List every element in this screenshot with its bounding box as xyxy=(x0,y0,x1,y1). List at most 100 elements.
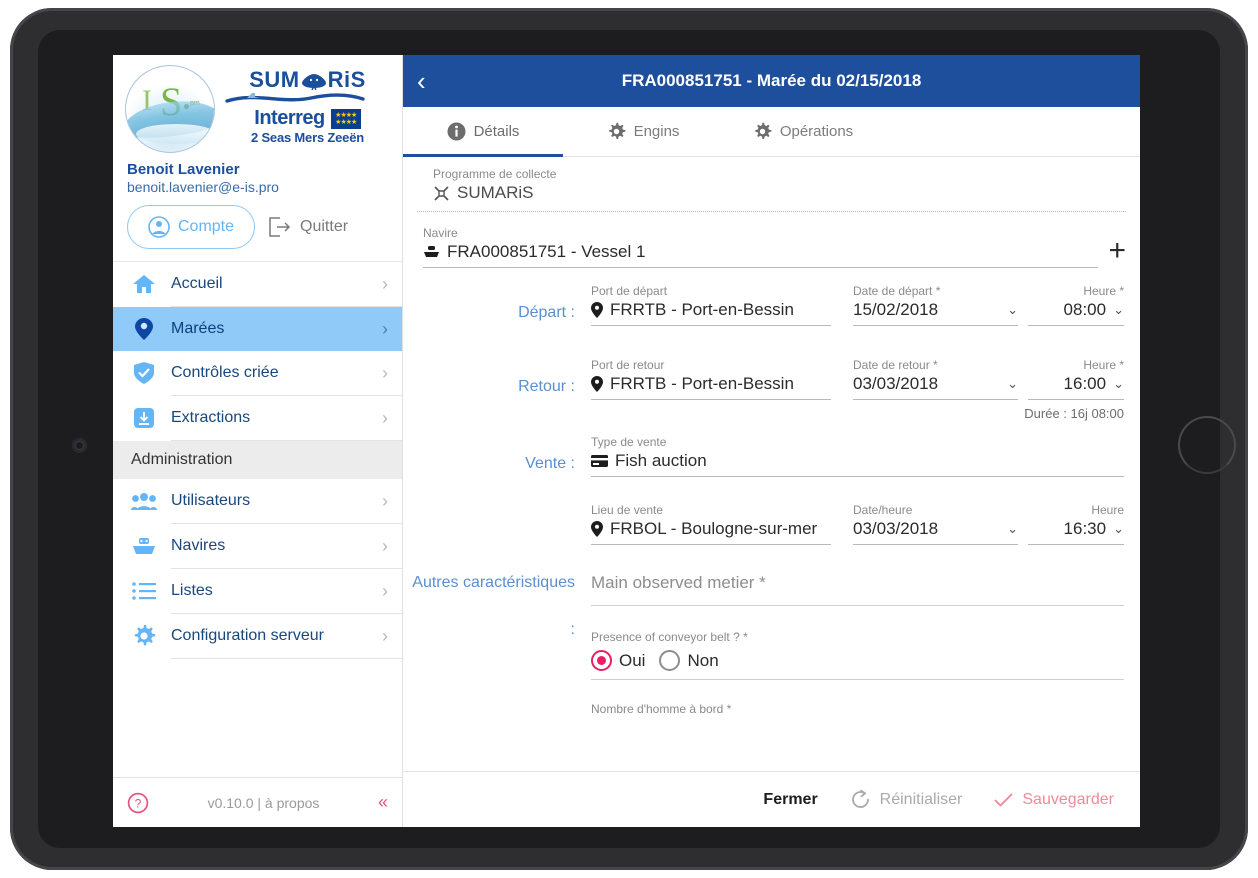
retour-row: Retour : Port de retour FRRTB - Port-en-… xyxy=(403,358,1140,400)
navire-value: FRA000851751 - Vessel 1 xyxy=(447,242,646,261)
retour-time-value: 16:00 xyxy=(1063,374,1107,393)
chevron-right-icon: › xyxy=(382,273,388,294)
refresh-icon xyxy=(850,789,871,810)
duree-label: Durée : 16j 08:00 xyxy=(1024,406,1124,421)
user-email: benoit.lavenier@e-is.pro xyxy=(127,179,279,195)
vente-time-field[interactable]: Heure 16:30 ⌄ xyxy=(1028,503,1124,545)
vente-lieu-field[interactable]: Lieu de vente FRBOL - Boulogne-sur-mer xyxy=(591,503,831,545)
chevron-left-icon[interactable]: ‹ xyxy=(417,66,451,97)
double-chevron-left-icon[interactable]: « xyxy=(378,792,388,813)
chevron-right-icon: › xyxy=(382,362,388,383)
metier-field[interactable]: Main observed metier * xyxy=(591,573,1124,606)
retour-port-value: FRRTB - Port-en-Bessin xyxy=(610,374,794,393)
chevron-down-icon[interactable]: ⌄ xyxy=(1113,302,1124,318)
vente-type-row: Vente : Type de vente Fish auction xyxy=(403,435,1140,477)
sidebar-footer: ? v0.10.0 | à propos « xyxy=(113,777,402,827)
brand-sum: SUM xyxy=(249,67,300,92)
tab-operations[interactable]: Opérations xyxy=(723,107,883,156)
chevron-right-icon: › xyxy=(382,407,388,428)
chevron-down-icon[interactable]: ⌄ xyxy=(1007,521,1018,537)
vente-lieu-value: FRBOL - Boulogne-sur-mer xyxy=(610,519,818,538)
vente-time-label: Heure xyxy=(1091,503,1124,517)
sidebar-item-label: Marées xyxy=(171,320,225,337)
autres-caracteristiques-label: Autres caractéristiques : xyxy=(403,573,591,724)
crew-count-field[interactable]: Nombre d'homme à bord * xyxy=(591,702,1124,724)
sumaris-circle-logo: I S pm xyxy=(125,65,215,153)
conveyor-radio-non[interactable]: Non xyxy=(659,650,719,671)
sidebar-item-label: Accueil xyxy=(171,275,223,292)
sidebar-item-navires[interactable]: Navires › xyxy=(113,524,402,568)
sidebar-item-label: Extractions xyxy=(171,409,251,426)
sidebar-item-listes[interactable]: Listes › xyxy=(113,569,402,613)
sidebar-item-marees[interactable]: Marées › xyxy=(113,307,402,351)
programme-label: Programme de collecte xyxy=(433,167,557,181)
depart-port-label: Port de départ xyxy=(591,284,668,298)
app-header: ‹ FRA000851751 - Marée du 02/15/2018 xyxy=(403,55,1140,107)
vente-row-label: Vente : xyxy=(525,455,575,472)
user-name: Benoit Lavenier xyxy=(127,161,240,178)
check-icon xyxy=(994,792,1013,808)
logout-button[interactable]: Quitter xyxy=(269,217,348,237)
boat-small-icon xyxy=(423,245,440,260)
crew-count-label: Nombre d'homme à bord * xyxy=(591,702,732,716)
info-circle-icon xyxy=(447,122,466,141)
home-icon xyxy=(127,273,161,295)
ray-fish-icon xyxy=(301,73,327,90)
metier-placeholder: Main observed metier * xyxy=(591,573,766,592)
chevron-down-icon[interactable]: ⌄ xyxy=(1113,376,1124,392)
radio-checked-icon xyxy=(591,650,612,671)
navire-field[interactable]: Navire FRA000851751 - Vessel 1 + xyxy=(403,212,1140,268)
eu-flag-icon: ★★★★ ★★★★ xyxy=(330,108,361,129)
chevron-down-icon[interactable]: ⌄ xyxy=(1007,376,1018,392)
tab-engins[interactable]: Engins xyxy=(563,107,723,156)
save-button[interactable]: Sauvegarder xyxy=(994,791,1114,809)
sidebar-item-controles-criee[interactable]: Contrôles criée › xyxy=(113,351,402,395)
account-button[interactable]: Compte xyxy=(127,205,256,249)
autres-caracteristiques-section: Autres caractéristiques : Main observed … xyxy=(403,573,1140,724)
location-pin-icon xyxy=(127,317,161,341)
tab-details[interactable]: Détails xyxy=(403,107,563,157)
sidebar-item-accueil[interactable]: Accueil › xyxy=(113,262,402,306)
form-content: Programme de collecte SUMARiS Navire FRA… xyxy=(403,157,1140,771)
home-button[interactable] xyxy=(1178,416,1236,474)
list-icon xyxy=(127,581,161,601)
vente-date-field[interactable]: Date/heure 03/03/2018 ⌄ xyxy=(853,503,1018,545)
chevron-down-icon[interactable]: ⌄ xyxy=(1007,302,1018,318)
chevron-down-icon[interactable]: ⌄ xyxy=(1113,521,1124,537)
version-label[interactable]: v0.10.0 | à propos xyxy=(159,795,368,811)
depart-port-field[interactable]: Port de départ FRRTB - Port-en-Bessin xyxy=(591,284,831,326)
sidebar-item-utilisateurs[interactable]: Utilisateurs › xyxy=(113,479,402,523)
programme-field[interactable]: Programme de collecte SUMARiS xyxy=(403,157,1140,203)
program-icon xyxy=(433,185,450,202)
page-title: FRA000851751 - Marée du 02/15/2018 xyxy=(621,71,922,90)
action-bar: Fermer Réinitialiser Sauvegarder xyxy=(403,771,1140,827)
retour-port-field[interactable]: Port de retour FRRTB - Port-en-Bessin xyxy=(591,358,831,400)
sidebar-item-extractions[interactable]: Extractions › xyxy=(113,396,402,440)
close-button[interactable]: Fermer xyxy=(763,791,817,809)
reset-button[interactable]: Réinitialiser xyxy=(850,789,962,810)
conveyor-belt-field: Presence of conveyor belt ? * Oui Non xyxy=(591,630,1124,680)
autres-label-text: Autres caractéristiques xyxy=(412,574,575,591)
tab-operations-label: Opérations xyxy=(779,123,854,140)
sidebar-item-configuration-serveur[interactable]: Configuration serveur › xyxy=(113,614,402,658)
retour-time-field[interactable]: Heure * 16:00 ⌄ xyxy=(1028,358,1124,400)
conveyor-radio-oui[interactable]: Oui xyxy=(591,650,645,671)
autres-label-colon: : xyxy=(570,621,575,639)
gear-icon xyxy=(127,624,161,648)
vente-type-field[interactable]: Type de vente Fish auction xyxy=(591,435,1124,477)
vente-type-label: Type de vente xyxy=(591,435,667,449)
gear-icon xyxy=(753,122,772,141)
help-circle-icon[interactable]: ? xyxy=(127,792,149,814)
radio-unchecked-icon xyxy=(659,650,681,671)
chevron-right-icon: › xyxy=(382,535,388,556)
retour-date-field[interactable]: Date de retour * 03/03/2018 ⌄ xyxy=(853,358,1018,400)
depart-time-field[interactable]: Heure * 08:00 ⌄ xyxy=(1028,284,1124,326)
depart-time-value: 08:00 xyxy=(1063,300,1107,319)
retour-date-label: Date de retour * xyxy=(853,358,938,372)
tab-bar: Détails Engins Opérations xyxy=(403,107,1140,157)
navire-label: Navire xyxy=(423,226,458,240)
depart-date-field[interactable]: Date de départ * 15/02/2018 ⌄ xyxy=(853,284,1018,326)
brand-interreg-text: Interreg xyxy=(254,107,325,129)
plus-icon[interactable]: + xyxy=(1108,236,1126,268)
sidebar-header: I S pm SUM RiS xyxy=(113,55,402,261)
